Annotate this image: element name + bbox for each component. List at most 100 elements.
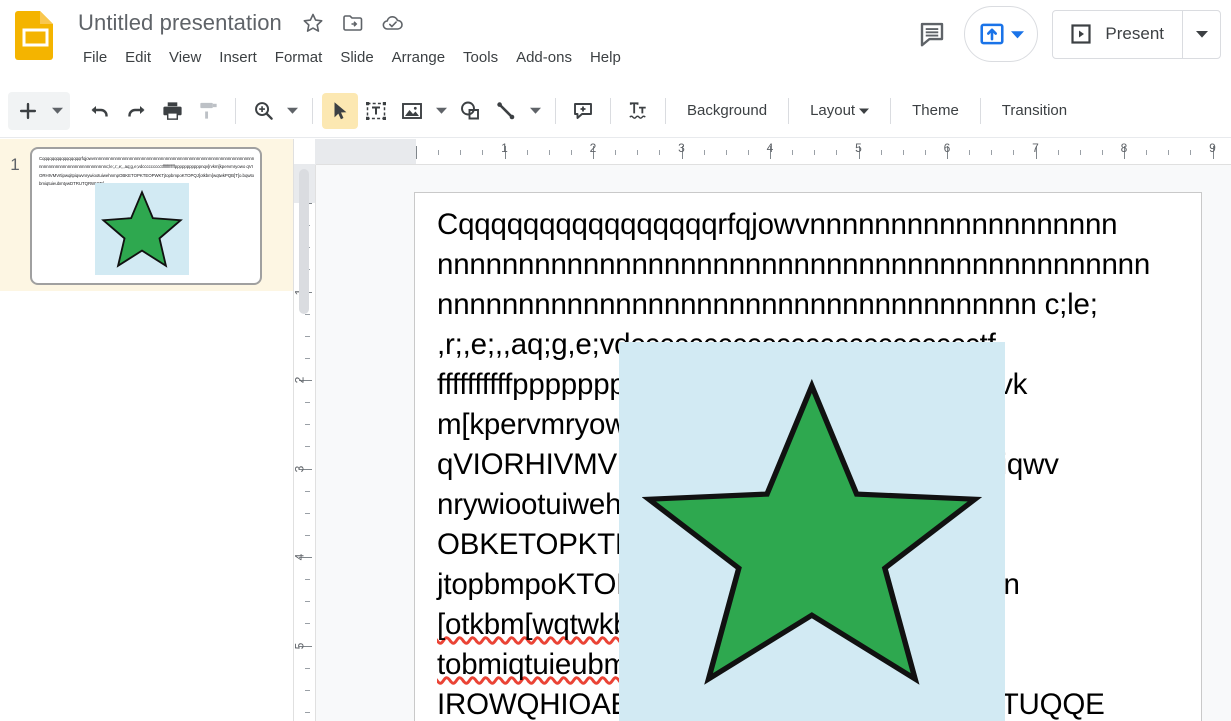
title-bar: Untitled presentation File Edit View Ins… xyxy=(0,0,1231,84)
page-title[interactable]: Untitled presentation xyxy=(74,7,286,39)
horizontal-ruler[interactable]: 1 2 3 4 5 6 7 8 9 xyxy=(316,139,1231,165)
menu-item-insert[interactable]: Insert xyxy=(210,44,266,72)
menu-item-arrange[interactable]: Arrange xyxy=(383,44,454,72)
present-play-icon xyxy=(1071,24,1092,44)
ruler-tick xyxy=(1146,150,1148,155)
cloud-saved-icon[interactable] xyxy=(380,10,406,36)
menu-item-slide[interactable]: Slide xyxy=(331,44,382,72)
slide-thumbnail[interactable]: Cqqqqqqqqqqqqqqqqrfqjowvnnnnnnnnnnnnnnnn… xyxy=(30,147,262,285)
background-button[interactable]: Background xyxy=(675,96,779,125)
toolbar-divider xyxy=(665,97,666,124)
slide-text-line: Cqqqqqqqqqqqqqqqqrfqjowvnnnnnnnnnnnnnnnn… xyxy=(437,208,1118,241)
ruler-number: 3 xyxy=(678,141,685,155)
ruler-number: 6 xyxy=(943,141,951,155)
caret-down-icon xyxy=(1195,31,1208,38)
ruler-tick xyxy=(305,446,310,448)
add-comment-icon[interactable] xyxy=(565,93,601,129)
menu-item-format[interactable]: Format xyxy=(266,44,332,72)
theme-label: Theme xyxy=(912,102,959,119)
menu-bar: File Edit View Insert Format Slide Arran… xyxy=(74,44,630,72)
ruler-corner xyxy=(294,139,316,165)
undo-icon[interactable] xyxy=(82,93,118,129)
present-options-caret[interactable] xyxy=(1182,10,1220,58)
ruler-tick xyxy=(526,150,528,155)
text-box-icon[interactable] xyxy=(358,93,394,129)
ruler-number: 2 xyxy=(589,141,597,155)
share-button[interactable] xyxy=(964,6,1039,62)
menu-item-help[interactable]: Help xyxy=(581,44,630,72)
ruler-tick xyxy=(747,150,749,155)
background-label: Background xyxy=(687,102,768,119)
ruler-tick xyxy=(615,150,617,155)
redo-icon[interactable] xyxy=(118,93,154,129)
insert-image-icon[interactable] xyxy=(394,93,430,129)
ruler-tick xyxy=(814,150,816,155)
caret-down-icon xyxy=(1011,30,1025,38)
slide-text-line: nnnnnnnnnnnnnnnnnnnnnnnnnnnnnnnnnnnnnnnn… xyxy=(437,248,1151,281)
ruler-number: 9 xyxy=(1209,141,1216,155)
layout-button[interactable]: Layout xyxy=(798,96,881,125)
menu-item-tools[interactable]: Tools xyxy=(454,44,507,72)
toolbar-divider xyxy=(235,97,236,124)
ruler-tick xyxy=(305,490,310,492)
ruler-tick xyxy=(725,150,727,155)
present-label: Present xyxy=(1105,24,1164,43)
present-button[interactable]: Present xyxy=(1053,11,1182,58)
header-actions: Present xyxy=(908,6,1231,62)
green-star-image[interactable] xyxy=(619,342,1005,721)
layout-caret-icon xyxy=(859,108,870,114)
insert-line-icon[interactable] xyxy=(488,93,524,129)
plus-icon[interactable] xyxy=(10,93,46,129)
slides-logo-icon[interactable] xyxy=(12,9,59,61)
transition-button[interactable]: Transition xyxy=(990,96,1079,125)
comment-history-icon[interactable] xyxy=(908,10,956,58)
theme-button[interactable]: Theme xyxy=(900,96,971,125)
ruler-number: 7 xyxy=(1032,141,1039,155)
star-outline-icon[interactable] xyxy=(300,10,326,36)
toolbar-divider xyxy=(979,97,981,124)
move-to-folder-icon[interactable] xyxy=(340,10,366,36)
ruler-tick xyxy=(482,150,484,155)
ruler-tick xyxy=(305,424,310,426)
toolbar-divider xyxy=(610,97,611,124)
ruler-tick xyxy=(305,711,310,713)
insert-shape-icon[interactable] xyxy=(452,93,488,129)
filmstrip-scrollbar[interactable] xyxy=(299,169,309,314)
five-pointed-star-icon xyxy=(642,378,982,685)
print-icon[interactable] xyxy=(154,93,190,129)
present-button-group: Present xyxy=(1052,9,1221,59)
ruler-tick xyxy=(880,150,882,155)
text-formatting-icon[interactable] xyxy=(620,93,656,129)
ruler-tick xyxy=(305,689,310,691)
slide-number: 1 xyxy=(10,155,20,174)
menu-item-file[interactable]: File xyxy=(74,44,116,72)
ruler-tick xyxy=(548,150,550,155)
slide-filmstrip-panel[interactable]: 1 Cqqqqqqqqqqqqqqqqrfqjowvnnnnnnnnnnnnnn… xyxy=(0,139,294,721)
ruler-tick xyxy=(460,150,462,155)
ruler-tick xyxy=(969,150,971,155)
ruler-tick xyxy=(305,601,310,603)
layout-label: Layout xyxy=(810,102,856,119)
new-slide-caret-icon[interactable] xyxy=(46,93,68,129)
toolbar-divider xyxy=(788,97,790,124)
ruler-tick xyxy=(305,512,310,514)
image-caret-icon[interactable] xyxy=(430,93,452,129)
ruler-tick xyxy=(703,150,705,155)
filmstrip-slide-1[interactable]: 1 Cqqqqqqqqqqqqqqqqrfqjowvnnnnnnnnnnnnnn… xyxy=(0,139,293,291)
ruler-tick xyxy=(637,150,639,155)
line-caret-icon[interactable] xyxy=(524,93,546,129)
ruler-tick xyxy=(836,150,838,155)
paint-format-icon[interactable] xyxy=(190,93,226,129)
ruler-tick xyxy=(305,623,310,625)
slide-editing-surface[interactable]: Cqqqqqqqqqqqqqqqqrfqjowvnnnnnnnnnnnnnnnn… xyxy=(414,192,1202,721)
cursor-select-icon[interactable] xyxy=(322,92,358,129)
ruler-tick xyxy=(792,150,794,155)
ruler-tick xyxy=(438,150,440,155)
zoom-magnifier-icon[interactable] xyxy=(245,93,281,129)
ruler-tick xyxy=(305,534,310,536)
menu-item-add-ons[interactable]: Add-ons xyxy=(507,44,581,72)
menu-item-view[interactable]: View xyxy=(160,44,210,72)
menu-item-edit[interactable]: Edit xyxy=(116,44,160,72)
zoom-caret-icon[interactable] xyxy=(281,93,303,129)
ruler-number: 8 xyxy=(1120,141,1128,155)
